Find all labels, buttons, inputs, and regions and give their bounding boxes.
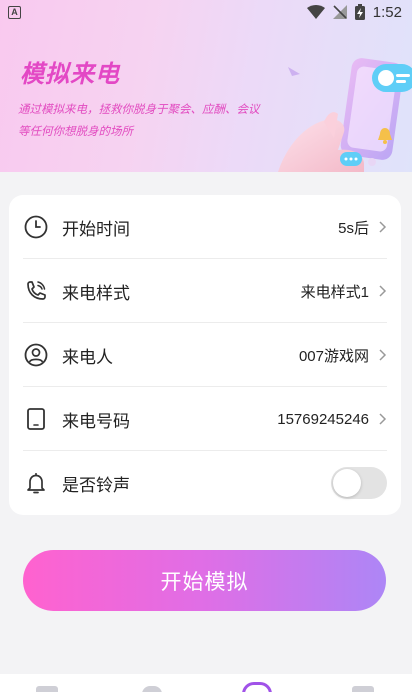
- hero-description: 通过模拟来电，拯救你脱身于聚会、应酬、会议 等任何你想脱身的场所: [18, 98, 278, 142]
- wifi-icon: [306, 5, 325, 19]
- start-time-value: 5s后: [338, 219, 369, 237]
- call-style-row[interactable]: 来电样式 来电样式1: [9, 259, 401, 323]
- chevron-right-icon: [379, 221, 387, 233]
- nav-item-center[interactable]: [242, 682, 272, 692]
- phone-illustration: [278, 58, 412, 172]
- nav-item-profile[interactable]: [352, 686, 374, 692]
- ringtone-label: 是否铃声: [62, 475, 130, 496]
- nav-item-home[interactable]: [36, 686, 58, 692]
- caller-row[interactable]: 来电人 007游戏网: [9, 323, 401, 387]
- clock-icon: [23, 214, 49, 240]
- status-bar: A 1:52: [0, 0, 412, 24]
- tablet-icon: [23, 406, 49, 432]
- status-time: 1:52: [372, 3, 402, 21]
- caller-label: 来电人: [62, 347, 113, 368]
- bottom-navigation: [0, 674, 412, 692]
- hero-banner: 模拟来电 通过模拟来电，拯救你脱身于聚会、应酬、会议 等任何你想脱身的场所: [0, 0, 412, 172]
- chevron-right-icon: [379, 285, 387, 297]
- settings-card: 开始时间 5s后 来电样式 来电样式1 来电人 007游戏网 来电号码 1576…: [9, 195, 401, 515]
- chevron-right-icon: [379, 349, 387, 361]
- toggle-knob: [333, 469, 361, 497]
- nav-item-discover[interactable]: [142, 686, 162, 692]
- ringtone-toggle[interactable]: [331, 467, 387, 499]
- start-time-label: 开始时间: [62, 219, 130, 240]
- bell-icon: [23, 470, 49, 496]
- call-style-value: 来电样式1: [300, 283, 369, 301]
- page-title: 模拟来电: [20, 60, 120, 88]
- caller-number-label: 来电号码: [62, 411, 130, 432]
- phone-ringing-icon: [23, 278, 49, 304]
- no-signal-icon: [332, 5, 347, 19]
- start-simulation-button[interactable]: 开始模拟: [23, 550, 386, 611]
- chevron-right-icon: [379, 413, 387, 425]
- caller-number-value: 15769245246: [277, 410, 369, 428]
- hero-description-line-2: 等任何你想脱身的场所: [18, 124, 133, 138]
- ringtone-row: 是否铃声: [9, 451, 401, 515]
- battery-charging-icon: [354, 4, 365, 20]
- call-style-label: 来电样式: [62, 283, 130, 304]
- notification-a-icon: A: [8, 5, 21, 19]
- caller-number-row[interactable]: 来电号码 15769245246: [9, 387, 401, 451]
- start-time-row[interactable]: 开始时间 5s后: [9, 195, 401, 259]
- person-icon: [23, 342, 49, 368]
- caller-value: 007游戏网: [298, 347, 369, 365]
- hero-description-line-1: 通过模拟来电，拯救你脱身于聚会、应酬、会议: [18, 102, 260, 116]
